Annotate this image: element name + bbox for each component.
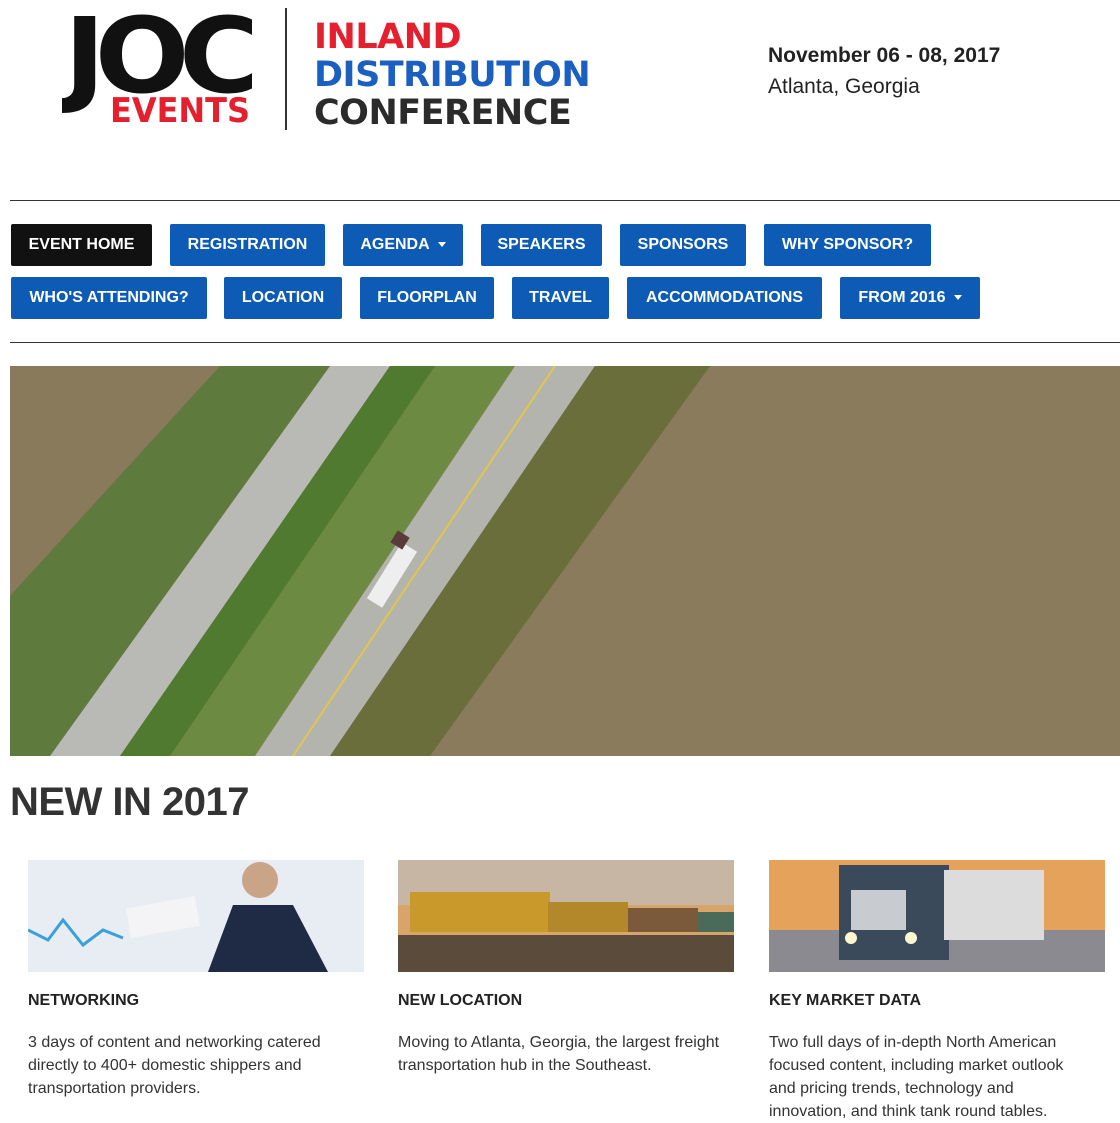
chevron-down-icon [953,295,962,301]
nav-speakers[interactable]: SPEAKERS [481,224,602,266]
logo-line-conference: CONFERENCE [314,93,572,133]
joc-events-logo[interactable]: JOC EVENTS [62,0,252,132]
event-location: Atlanta, Georgia [768,75,920,98]
nav-registration[interactable]: REGISTRATION [170,224,325,266]
nav-why-sponsor[interactable]: WHY SPONSOR? [764,224,931,266]
section-title: NEW IN 2017 [10,780,250,824]
top-divider [10,200,1120,201]
conference-logo[interactable]: INLAND DISTRIBUTION CONFERENCE [314,17,591,133]
nav-sponsors[interactable]: SPONSORS [620,224,746,266]
nav-divider [10,342,1120,343]
nav-travel[interactable]: TRAVEL [512,277,609,319]
key-market-data-image [769,860,1105,972]
nav-whos-attending[interactable]: WHO'S ATTENDING? [11,277,207,319]
networking-image [28,860,364,972]
nav-floorplan[interactable]: FLOORPLAN [360,277,494,319]
card-title-new-location: NEW LOCATION [398,992,523,1009]
nav-event-home[interactable]: EVENT HOME [11,224,152,266]
new-location-image [398,860,734,972]
card-title-key-market-data: KEY MARKET DATA [769,992,921,1009]
chevron-down-icon [437,242,446,248]
card-title-networking: NETWORKING [28,992,140,1009]
logo-divider [285,8,287,130]
logo-line-distribution: DISTRIBUTION [314,55,591,95]
nav-from-2016[interactable]: FROM 2016 [840,277,980,319]
card-text-networking: 3 days of content and networking catered… [28,1034,321,1097]
logo-events-text: EVENTS [110,91,250,131]
nav-agenda[interactable]: AGENDA [343,224,463,266]
event-date: November 06 - 08, 2017 [768,44,1001,67]
card-text-key-market-data: Two full days of in-depth North American… [769,1034,1064,1120]
nav-location[interactable]: LOCATION [224,277,342,319]
logo-line-inland: INLAND [314,17,462,57]
hero-highway-image [10,366,1120,756]
card-text-new-location: Moving to Atlanta, Georgia, the largest … [398,1034,720,1074]
nav-accommodations[interactable]: ACCOMMODATIONS [627,277,822,319]
